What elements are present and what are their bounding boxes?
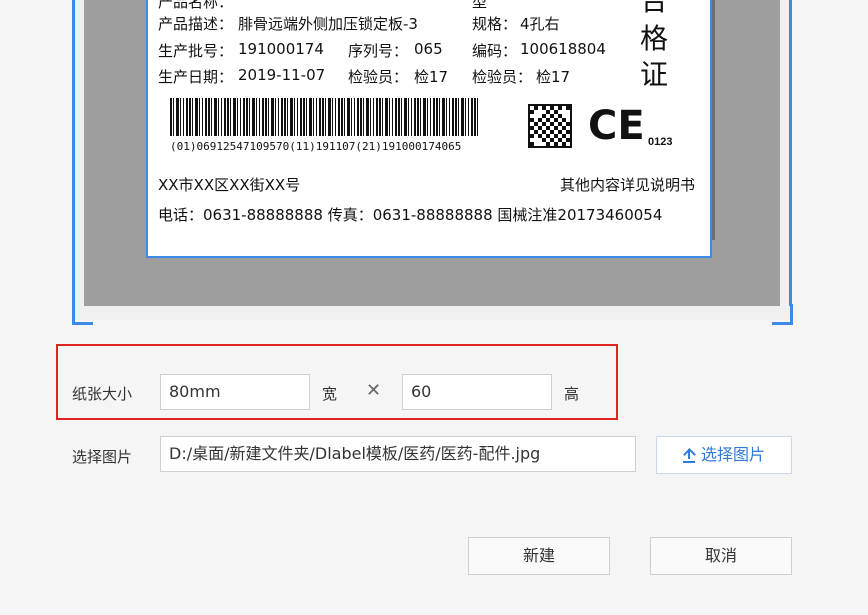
choose-image-button[interactable]: 选择图片 [656,436,792,474]
width-unit-label: 宽 [322,385,338,403]
label-inspector1-label: 检验员： [348,68,409,86]
image-path-input[interactable]: D:/桌面/新建文件夹/Dlabel模板/医药/医药-配件.jpg [160,436,636,472]
label-top-cut-left: 产品名称： [158,0,234,11]
label-spec-value: 4孔右 [520,15,560,33]
barcode-text: (01)06912547109570(11)191107(21)19100017… [170,140,462,153]
times-icon: ✕ [366,380,382,400]
cert-char-1: 合 [640,0,669,17]
new-template-dialog: 产品名称： 型 产品描述： 腓骨远端外侧加压锁定板-3 规格： 4孔右 生产批号… [0,0,868,615]
label-top-cut-right: 型 [472,0,488,11]
barcode-image [170,98,480,136]
label-serial-label: 序列号： [348,42,409,60]
label-serial-value: 065 [414,40,443,58]
selection-corner-bottom-left [72,304,93,325]
choose-image-button-label: 选择图片 [700,445,765,464]
ce-number: 0123 [648,136,673,148]
label-inspector2-label: 检验员： [472,68,533,86]
height-unit-label: 高 [564,385,580,403]
label-batch-value: 191000174 [238,40,324,58]
label-spec-label: 规格： [472,15,518,33]
upload-icon [682,447,695,463]
selection-edge-right [789,0,792,306]
label-address: XX市XX区XX街XX号 [158,176,301,194]
preview-scrollbar[interactable] [712,0,715,240]
cert-char-3: 证 [640,58,669,91]
ce-mark: CE [588,103,645,149]
paper-size-label: 纸张大小 [72,385,133,403]
qr-code-image [528,104,572,148]
label-code-label: 编码： [472,42,518,60]
label-batch-label: 生产批号： [158,42,234,60]
paper-height-input[interactable]: 60 [402,374,552,410]
create-button[interactable]: 新建 [468,537,610,575]
label-code-value: 100618804 [520,40,606,58]
label-date-value: 2019-11-07 [238,66,326,84]
cert-char-2: 格 [640,22,669,55]
paper-width-input[interactable]: 80mm [160,374,310,410]
image-label: 选择图片 [72,448,133,466]
label-inspector2-value: 检17 [536,68,571,86]
label-date-label: 生产日期： [158,68,234,86]
selection-edge-left [72,0,75,306]
selection-corner-bottom-right [772,304,793,325]
label-contact-line: 电话：0631-88888888 传真：0631-88888888 国械注准20… [158,206,663,224]
label-inspector1-value: 检17 [414,68,449,86]
cancel-button[interactable]: 取消 [650,537,792,575]
label-manual-note: 其他内容详见说明书 [560,176,696,194]
label-desc-value: 腓骨远端外侧加压锁定板-3 [238,15,418,33]
label-desc-label: 产品描述： [158,15,234,33]
